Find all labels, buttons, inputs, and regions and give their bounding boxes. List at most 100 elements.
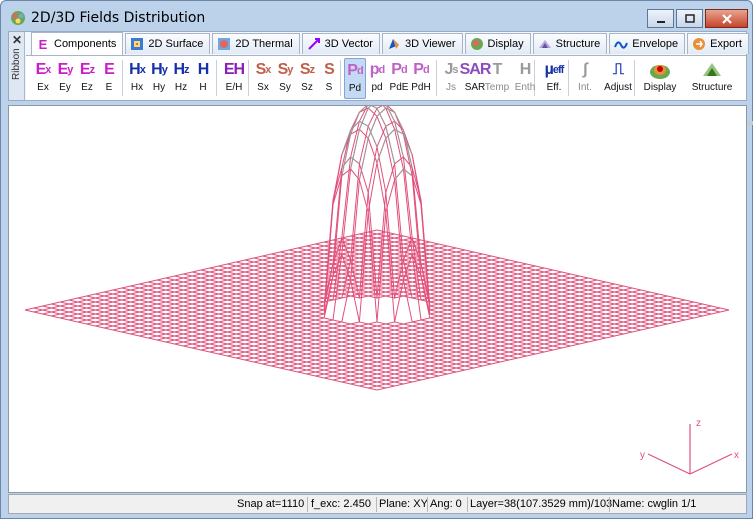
tool-label: Sx <box>257 82 269 93</box>
tool-adjust-button[interactable]: ⎍ Adjust <box>600 58 636 99</box>
tab-label: Display <box>487 38 524 50</box>
vector-icon <box>307 37 321 51</box>
tab-label: 3D Vector <box>324 38 373 50</box>
export-icon <box>692 37 706 51</box>
tool-pd-icon: Pd <box>347 61 363 79</box>
tool-ex-button[interactable]: Ex Ex <box>32 58 54 99</box>
tab-2d-thermal[interactable]: 2D Thermal <box>212 33 300 54</box>
tool-enth-icon: H <box>519 60 532 78</box>
status-snap: Snap at=1110 <box>237 498 305 510</box>
x-axis-label: x <box>734 450 739 461</box>
status-plane: Plane: XY <box>379 498 428 510</box>
tool-pde-button[interactable]: Pd PdE <box>388 58 410 99</box>
envelope-icon <box>614 37 629 51</box>
surface-icon <box>130 37 144 51</box>
tool-ex-icon: Ex <box>35 60 52 78</box>
thermal-icon <box>217 37 231 51</box>
tool-label: PdE <box>389 82 409 93</box>
title-bar: 2D/3D Fields Distribution <box>1 1 752 31</box>
tab-label: Envelope <box>632 38 679 50</box>
tool-display-button[interactable]: Display <box>638 58 682 99</box>
tool-ey-button[interactable]: Ey Ey <box>54 58 76 99</box>
y-axis-line <box>647 453 691 475</box>
tool-pd-button[interactable]: p d pd <box>366 58 388 99</box>
tool-e-button[interactable]: EE <box>98 58 120 99</box>
tab-export[interactable]: Export <box>687 33 749 54</box>
tab-envelope[interactable]: Envelope <box>609 33 686 54</box>
ribbon: ✕ Ribbon E Components 2D Surface 2D Thermal… <box>8 31 753 125</box>
x-axis-line <box>689 453 733 475</box>
mesh-plot: z x y <box>24 106 739 475</box>
ribbon-side-panel: ✕ Ribbon <box>9 32 25 100</box>
tab-3d-vector[interactable]: 3D Vector <box>301 33 380 54</box>
toolbar-separator <box>568 60 569 96</box>
tool-sz-button[interactable]: Sz Sz <box>296 58 318 99</box>
tab-structure[interactable]: Structure <box>532 33 608 54</box>
tool-int--icon: ∫ <box>583 60 588 78</box>
tool-h-button[interactable]: HH <box>192 58 214 99</box>
tool-sy-icon: Sy <box>277 60 294 78</box>
tool-temp-button[interactable]: T Temp <box>484 58 510 99</box>
tool-label: pd <box>371 82 383 93</box>
tool-hy-button[interactable]: Hy Hy <box>148 58 170 99</box>
tool-label: Eff. <box>546 82 562 93</box>
tool-label: Temp <box>484 82 510 93</box>
tool-ez-button[interactable]: Ez Ez <box>76 58 98 99</box>
status-angle: Ang: 0 <box>430 498 462 510</box>
toolbar-separator <box>216 60 217 96</box>
status-divider <box>307 497 308 512</box>
tool-structure-button[interactable]: Structure <box>688 58 736 99</box>
ribbon-toolbar: Ex Ex Ey Ey Ez Ez E E Hx Hx Hy Hy Hz Hz H H EH E/H Sx Sx Sy S… <box>26 55 753 125</box>
tab-components[interactable]: E Components <box>31 32 124 55</box>
toolbar-separator <box>436 60 437 96</box>
tool-label: Js <box>446 82 456 93</box>
tool-e-h-button[interactable]: EH E/H <box>220 58 248 99</box>
tab-3d-viewer[interactable]: 3D Viewer <box>381 33 463 54</box>
field-plot-canvas[interactable]: z x y <box>8 105 747 493</box>
close-button[interactable] <box>705 9 748 28</box>
tab-label: Components <box>54 38 117 50</box>
status-divider <box>376 497 377 512</box>
structure-icon <box>701 58 723 81</box>
status-bar: Snap at=1110 f_exc: 2.450 Plane: XY Ang:… <box>8 494 747 514</box>
tab-2d-surface[interactable]: 2D Surface <box>125 33 211 54</box>
tool-hy-icon: Hy <box>151 60 168 78</box>
tool-eff--icon: µ eff <box>544 60 565 78</box>
tool-h-icon: H <box>197 60 210 78</box>
tool-label: SAR <box>464 82 486 93</box>
ribbon-tabs: E Components 2D Surface 2D Thermal 3D Vector… <box>31 32 751 55</box>
app-icon <box>11 11 25 25</box>
tool-pdh-icon: Pd <box>413 60 429 78</box>
ribbon-side-label: Ribbon <box>11 48 22 80</box>
tool-hx-button[interactable]: Hx Hx <box>126 58 148 99</box>
tool-label: S <box>325 82 333 93</box>
tool-int--button[interactable]: ∫ Int. <box>572 58 598 99</box>
toolbar-separator <box>248 60 249 96</box>
tool-pdh-button[interactable]: Pd PdH <box>410 58 432 99</box>
tool-enth-button[interactable]: H Enth <box>512 58 538 99</box>
tool-label: Enth <box>514 82 536 93</box>
toolbar-separator <box>122 60 123 96</box>
tool-sx-icon: Sx <box>255 60 272 78</box>
mesh-gridline <box>200 106 554 351</box>
maximize-icon <box>684 13 695 23</box>
tool-label: Hz <box>174 82 188 93</box>
tool-sy-button[interactable]: Sy Sy <box>274 58 296 99</box>
mesh-gridline <box>209 107 562 353</box>
tab-display[interactable]: Display <box>464 33 531 54</box>
tool-label: Pd <box>348 83 362 94</box>
structure-icon <box>538 37 552 51</box>
tool-label: Sz <box>301 82 313 93</box>
viewer-icon <box>387 37 401 51</box>
tool-sx-button[interactable]: Sx Sx <box>252 58 274 99</box>
maximize-button[interactable] <box>676 9 703 28</box>
tool-ey-icon: Ey <box>57 60 74 78</box>
tool-s-button[interactable]: SS <box>318 58 340 99</box>
tool-label: E/H <box>225 82 243 93</box>
minimize-button[interactable] <box>647 9 674 28</box>
tool-hz-button[interactable]: Hz Hz <box>170 58 192 99</box>
tool-label: Adjust <box>604 82 632 93</box>
tool-hz-icon: Hz <box>173 60 189 78</box>
tool-pd-button[interactable]: Pd Pd <box>344 58 366 99</box>
tool-eff--button[interactable]: µ eff Eff. <box>540 58 568 99</box>
